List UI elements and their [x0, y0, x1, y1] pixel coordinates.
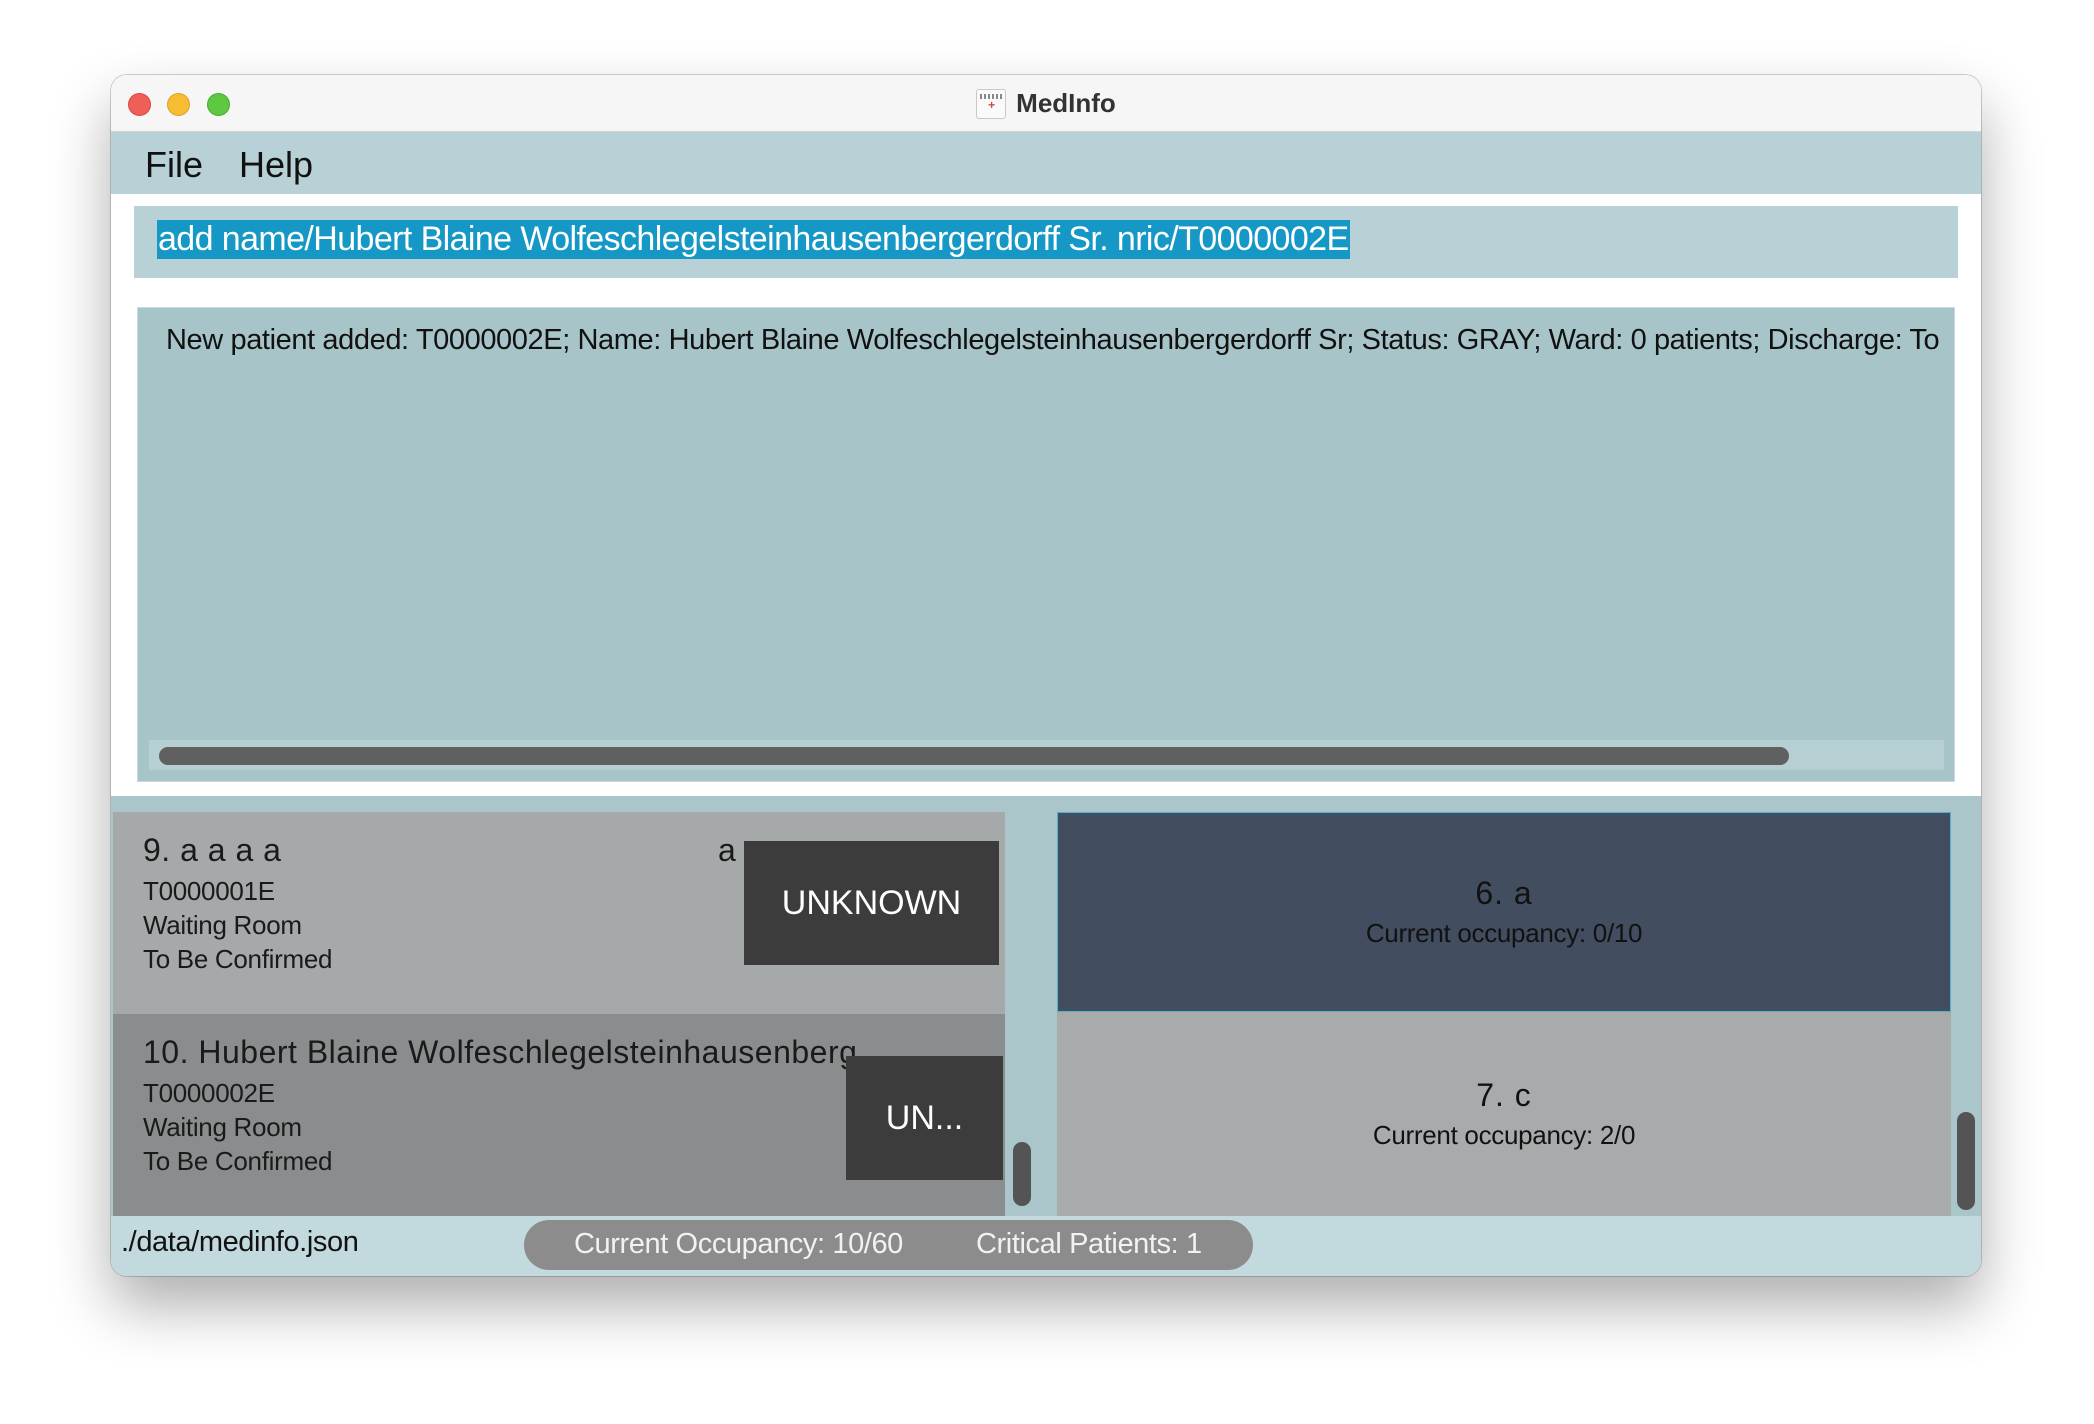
patient-nric: T0000002E: [143, 1078, 275, 1108]
occupancy-summary: Current Occupancy: 10/60 Critical Patien…: [524, 1220, 1253, 1270]
menu-help[interactable]: Help: [239, 144, 313, 186]
window-title: MedInfo: [1016, 88, 1116, 118]
patient-discharge: To Be Confirmed: [143, 944, 333, 974]
patient-list[interactable]: 9. a a a a a T0000001E Waiting Room To B…: [113, 812, 1005, 1216]
patient-ward: Waiting Room: [143, 1112, 302, 1142]
patient-discharge: To Be Confirmed: [143, 1146, 333, 1176]
status-bar: ./data/medinfo.json Current Occupancy: 1…: [111, 1216, 1981, 1276]
patient-name: 10. Hubert Blaine Wolfeschlegelsteinhaus…: [143, 1034, 886, 1070]
ward-title: 6. a: [1475, 875, 1533, 911]
main-content: add name/Hubert Blaine Wolfeschlegelstei…: [111, 194, 1981, 1276]
ward-list-scrollbar[interactable]: [1951, 812, 1981, 1216]
result-horizontal-scrollbar[interactable]: [149, 740, 1944, 770]
patient-nric: T0000001E: [143, 876, 275, 906]
menu-file[interactable]: File: [145, 144, 203, 186]
ward-list-scrollbar-thumb[interactable]: [1957, 1112, 1975, 1210]
medinfo-calendar-icon: [976, 88, 1007, 119]
patient-tag: a: [718, 832, 736, 868]
result-display: New patient added: T0000002E; Name: Hube…: [137, 307, 1955, 782]
window-title-group: MedInfo: [111, 75, 1981, 132]
ward-card[interactable]: 7. c Current occupancy: 2/0: [1057, 1012, 1951, 1216]
ward-occupancy: Current occupancy: 2/0: [1372, 1120, 1636, 1150]
patient-card[interactable]: 9. a a a a a T0000001E Waiting Room To B…: [113, 812, 1005, 1014]
patient-card[interactable]: 10. Hubert Blaine Wolfeschlegelsteinhaus…: [113, 1014, 1005, 1216]
patient-list-scrollbar[interactable]: [1005, 812, 1040, 1216]
lists-area: 9. a a a a a T0000001E Waiting Room To B…: [111, 796, 1981, 1216]
result-scrollbar-thumb[interactable]: [159, 747, 1789, 765]
patient-list-scrollbar-thumb[interactable]: [1013, 1142, 1031, 1206]
critical-patients: Critical Patients: 1: [976, 1228, 1202, 1260]
ward-card-selected[interactable]: 6. a Current occupancy: 0/10: [1057, 812, 1951, 1012]
command-input[interactable]: add name/Hubert Blaine Wolfeschlegelstei…: [157, 220, 1350, 259]
menu-bar: File Help: [111, 132, 1981, 194]
patient-ward: Waiting Room: [143, 910, 302, 940]
current-occupancy: Current Occupancy: 10/60: [574, 1228, 903, 1260]
status-badge: UNKNOWN: [744, 841, 999, 965]
status-badge: UN...: [846, 1056, 1003, 1180]
app-window: MedInfo File Help add name/Hubert Blaine…: [111, 75, 1981, 1276]
patient-name: 9. a a a a: [143, 832, 282, 868]
title-bar[interactable]: MedInfo: [111, 75, 1981, 132]
result-message: New patient added: T0000002E; Name: Hube…: [166, 324, 1941, 356]
command-box[interactable]: add name/Hubert Blaine Wolfeschlegelstei…: [134, 206, 1958, 278]
ward-occupancy: Current occupancy: 0/10: [1365, 918, 1643, 948]
ward-list[interactable]: 6. a Current occupancy: 0/10 7. c Curren…: [1057, 812, 1951, 1216]
data-file-path: ./data/medinfo.json: [121, 1226, 359, 1258]
ward-title: 7. c: [1476, 1077, 1532, 1113]
